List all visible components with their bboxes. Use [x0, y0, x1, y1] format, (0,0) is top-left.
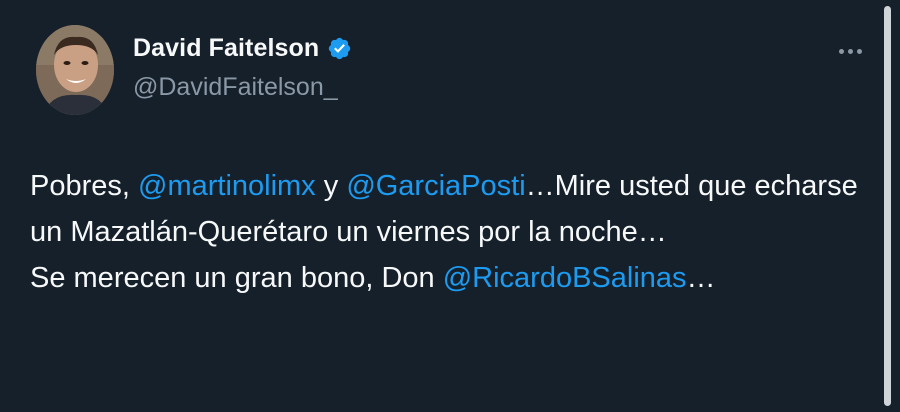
- tweet-card: David Faitelson @DavidFaitelson_ Pobres,…: [0, 0, 900, 412]
- text-segment: y: [315, 170, 347, 202]
- mention-link[interactable]: @martinolimx: [138, 170, 316, 202]
- name-row: David Faitelson: [133, 34, 352, 63]
- text-segment: Pobres,: [30, 170, 138, 202]
- handle[interactable]: @DavidFaitelson_: [133, 73, 352, 102]
- author-block: David Faitelson @DavidFaitelson_: [133, 34, 352, 102]
- mention-link[interactable]: @RicardoBSalinas: [443, 262, 687, 294]
- avatar[interactable]: [36, 25, 114, 115]
- text-segment: …: [686, 262, 716, 294]
- tweet-paragraph-1: Pobres, @martinolimx y @GarciaPosti…Mire…: [30, 163, 870, 255]
- text-segment: Se merecen un gran bono, Don: [30, 262, 443, 294]
- mention-link[interactable]: @GarciaPosti: [346, 170, 525, 202]
- tweet-paragraph-2: Se merecen un gran bono, Don @RicardoBSa…: [30, 255, 870, 301]
- more-options-icon[interactable]: [830, 36, 870, 66]
- scrollbar[interactable]: [884, 6, 891, 406]
- verified-badge-icon: [327, 36, 352, 61]
- display-name[interactable]: David Faitelson: [133, 34, 319, 63]
- tweet-text: Pobres, @martinolimx y @GarciaPosti…Mire…: [30, 163, 870, 301]
